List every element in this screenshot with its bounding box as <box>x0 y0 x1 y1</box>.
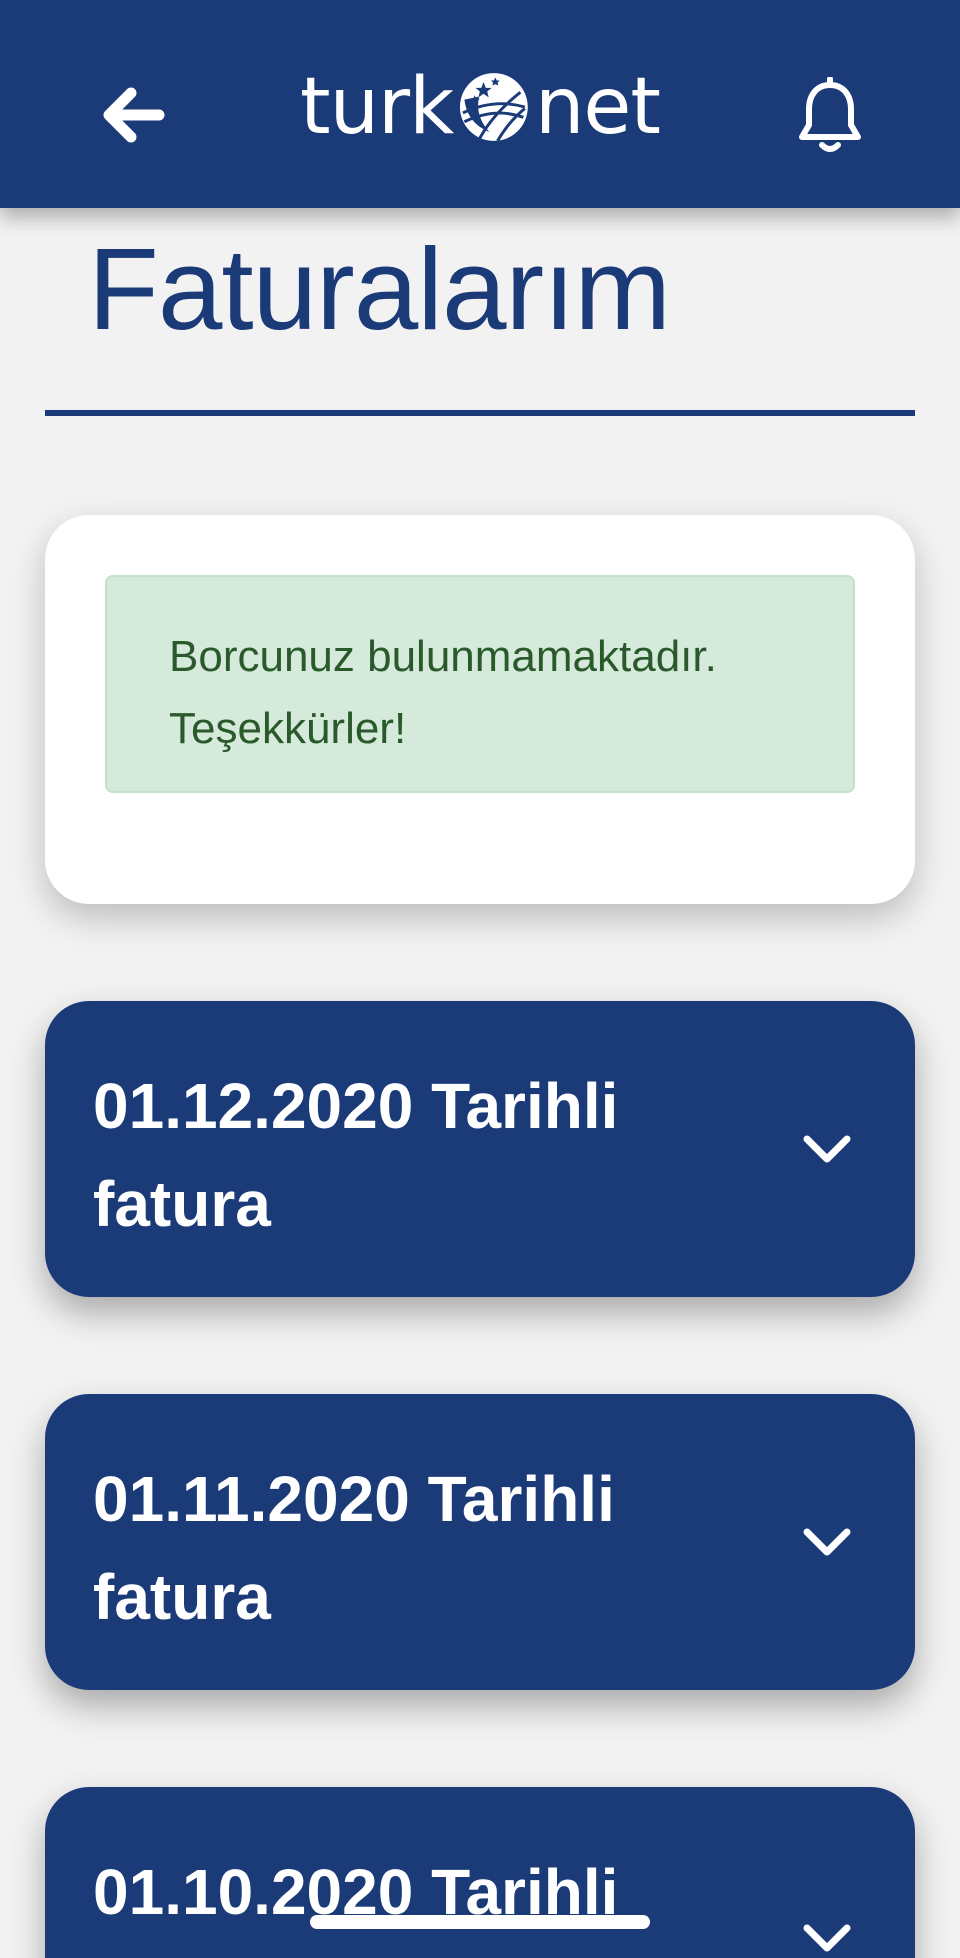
alert-message-line2: Teşekkürler! <box>169 704 407 753</box>
invoice-date-text: 01.11.2020 Tarihli <box>93 1463 615 1535</box>
debt-status-card: Borcunuz bulunmamaktadır. Teşekkürler! <box>45 515 915 904</box>
chevron-down-icon <box>803 1924 851 1952</box>
chevron-down-icon <box>803 1528 851 1556</box>
home-indicator[interactable] <box>310 1915 650 1929</box>
title-divider <box>45 410 915 416</box>
top-bar: turk net <box>0 0 960 208</box>
invoice-type-text: fatura <box>93 1168 271 1240</box>
arrow-left-icon <box>103 87 165 143</box>
logo-text-right: net <box>534 62 661 152</box>
invoice-label: 01.12.2020 Tarihli fatura <box>93 1057 713 1253</box>
success-alert: Borcunuz bulunmamaktadır. Teşekkürler! <box>105 575 855 793</box>
alert-message-line1: Borcunuz bulunmamaktadır. <box>169 632 717 681</box>
notifications-button[interactable] <box>790 72 870 162</box>
logo-text-left: turk <box>300 62 454 152</box>
invoice-accordion-2020-11[interactable]: 01.11.2020 Tarihli fatura <box>45 1394 915 1690</box>
invoice-type-text: fatura <box>93 1561 271 1633</box>
chevron-down-icon <box>803 1135 851 1163</box>
back-button[interactable] <box>82 70 182 160</box>
turknet-logo: turk net <box>300 52 661 162</box>
invoice-type-text: fatura <box>93 1941 713 1958</box>
invoice-label: 01.10.2020 Tarihli fatura <box>93 1843 713 1958</box>
page-title: Faturalarım <box>88 224 671 354</box>
app-screen: turk net Faturalarım Borcunuz bulunmamak… <box>0 0 960 1958</box>
invoice-date-text: 01.12.2020 Tarihli <box>93 1070 619 1142</box>
bell-icon <box>799 77 861 152</box>
invoice-accordion-2020-12[interactable]: 01.12.2020 Tarihli fatura <box>45 1001 915 1297</box>
invoice-accordion-2020-10[interactable]: 01.10.2020 Tarihli fatura <box>45 1787 915 1958</box>
globe-icon <box>460 73 529 142</box>
invoice-label: 01.11.2020 Tarihli fatura <box>93 1450 713 1646</box>
